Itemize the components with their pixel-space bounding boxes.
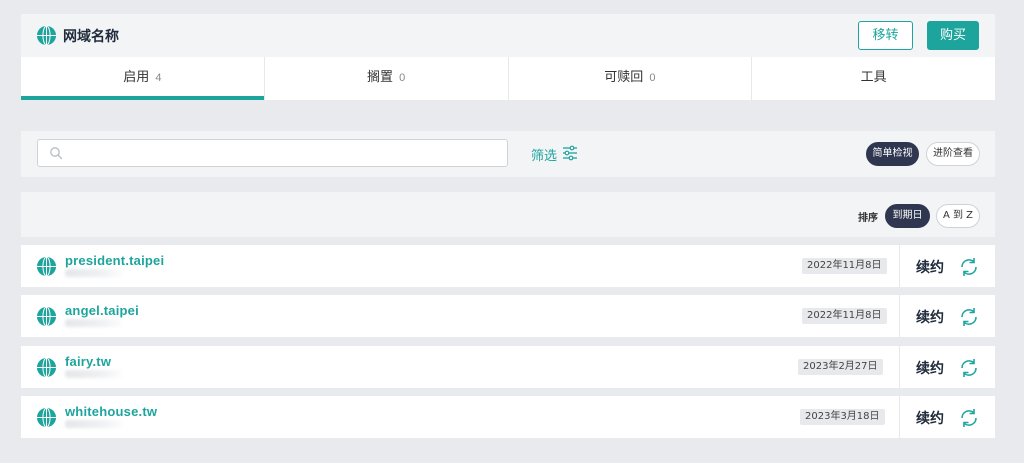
tab-on-hold[interactable]: 搁置 0 (265, 57, 509, 100)
expiry-date-badge: 2022年11月8日 (802, 258, 887, 274)
domain-row[interactable]: angel.taipei 2022年11月8日 续约 (21, 295, 995, 337)
tab-label: 搁置 (367, 70, 394, 85)
refresh-icon[interactable] (958, 256, 980, 283)
domain-subtext-redacted (65, 319, 125, 327)
row-divider (899, 295, 900, 337)
filter-button[interactable]: 筛选 (531, 145, 557, 164)
refresh-icon[interactable] (958, 357, 980, 384)
refresh-icon[interactable] (958, 306, 980, 333)
sort-by-expiry-button[interactable]: 到期日 (885, 204, 930, 228)
refresh-icon[interactable] (958, 407, 980, 434)
tab-count: 0 (399, 72, 406, 84)
domain-row[interactable]: fairy.tw 2023年2月27日 续约 (21, 346, 995, 388)
page-title: 网域名称 (63, 29, 119, 45)
domain-subtext-redacted (65, 370, 125, 378)
domain-name-link[interactable]: president.taipei (65, 253, 164, 268)
row-divider (899, 346, 900, 388)
transfer-button[interactable]: 移转 (858, 21, 913, 50)
domain-subtext-redacted (65, 269, 125, 277)
simple-view-button[interactable]: 简单检视 (866, 142, 919, 166)
tab-label: 启用 (123, 70, 150, 85)
globe-icon (37, 257, 56, 276)
sliders-icon[interactable] (562, 145, 578, 166)
tab-tools[interactable]: 工具 (752, 57, 995, 100)
domain-name-link[interactable]: angel.taipei (65, 303, 139, 318)
renew-button[interactable]: 续约 (916, 257, 944, 277)
renew-button[interactable]: 续约 (916, 408, 944, 428)
renew-button[interactable]: 续约 (916, 358, 944, 378)
status-tabs: 启用 4 搁置 0 可赎回 0 工具 (21, 57, 995, 100)
search-icon (49, 146, 63, 165)
row-divider (899, 245, 900, 287)
globe-icon (37, 408, 56, 427)
domain-name-link[interactable]: fairy.tw (65, 354, 111, 369)
tab-label: 可赎回 (604, 70, 644, 85)
tab-active[interactable]: 启用 4 (21, 57, 265, 100)
sort-label: 排序 (858, 213, 878, 224)
sort-az-button[interactable]: A 到 Z (936, 204, 980, 228)
row-divider (899, 396, 900, 438)
tab-redeemable[interactable]: 可赎回 0 (509, 57, 753, 100)
domain-subtext-redacted (65, 420, 125, 428)
tab-count: 0 (649, 72, 656, 84)
globe-icon (37, 358, 56, 377)
buy-button[interactable]: 购买 (927, 21, 979, 50)
domains-header-card: 网域名称 移转 购买 启用 4 搁置 0 可赎回 0 工具 (21, 14, 995, 100)
domain-row[interactable]: whitehouse.tw 2023年3月18日 续约 (21, 396, 995, 438)
tab-count: 4 (155, 72, 162, 84)
advanced-view-button[interactable]: 进阶查看 (926, 142, 980, 166)
sort-bar: 排序 到期日 A 到 Z (21, 192, 995, 237)
tab-label: 工具 (860, 70, 887, 85)
globe-icon (37, 307, 56, 326)
renew-button[interactable]: 续约 (916, 307, 944, 327)
header-bar: 网域名称 移转 购买 (21, 14, 995, 57)
expiry-date-badge: 2022年11月8日 (802, 308, 887, 324)
domain-name-link[interactable]: whitehouse.tw (65, 404, 157, 419)
search-input[interactable] (37, 139, 508, 167)
expiry-date-badge: 2023年3月18日 (800, 409, 885, 425)
globe-icon (37, 26, 56, 45)
expiry-date-badge: 2023年2月27日 (798, 359, 883, 375)
filter-bar: 筛选 简单检视 进阶查看 (21, 131, 995, 177)
domain-row[interactable]: president.taipei 2022年11月8日 续约 (21, 245, 995, 287)
